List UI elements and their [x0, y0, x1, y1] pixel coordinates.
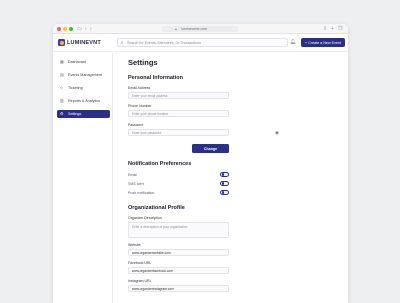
change-button[interactable]: Change — [192, 144, 229, 153]
share-icon[interactable]: ⇪ — [323, 26, 327, 32]
password-label: Password — [128, 123, 144, 127]
search-bar: ⌕ — [117, 38, 288, 47]
calendar-icon: ▤ — [60, 72, 64, 77]
page-title: Settings — [128, 58, 158, 67]
facebook-url-field[interactable] — [128, 267, 229, 274]
sidebar-item-reports-analytics[interactable]: ▥ Reports & Analytics — [57, 97, 110, 105]
sidebar-item-dashboard[interactable]: ▦ Dashboard — [57, 58, 110, 66]
instagram-url-field[interactable] — [128, 285, 229, 292]
app-logo-text: LUMINEVNT — [67, 39, 101, 46]
settings-panel: Settings Personal Information Email Addr… — [113, 53, 348, 303]
logo-icon — [58, 39, 65, 46]
minimize-window-icon[interactable] — [63, 27, 67, 31]
notification-push-label: Push notification — [128, 191, 155, 195]
gear-icon: ⚙︎ — [60, 111, 64, 116]
grid-icon: ▦ — [60, 59, 64, 64]
sidebar-toggle-icon[interactable]: ▭ — [77, 26, 82, 32]
app-header: LUMINEVNT ⌕ 🔔︎ + Create a New Event — [53, 34, 348, 52]
notification-sms-label: SMS alert — [128, 182, 144, 186]
eye-icon[interactable]: ◉ — [275, 130, 279, 136]
notification-preferences-heading: Notification Preferences — [128, 161, 192, 167]
phone-label: Phone Number — [128, 104, 152, 108]
email-toggle[interactable] — [220, 172, 229, 177]
create-event-button[interactable]: + Create a New Event — [301, 38, 345, 47]
browser-chrome: ▭ ‹ › 🔒︎ lumineventr.com ⇪ + ❐ — [53, 24, 348, 34]
sidebar-item-label: Settings — [68, 112, 82, 116]
maximize-window-icon[interactable] — [69, 27, 73, 31]
organizer-description-field[interactable] — [128, 222, 229, 238]
new-tab-icon[interactable]: + — [331, 26, 334, 32]
organizer-description-label: Organizer Description — [128, 216, 162, 220]
chart-icon: ▥ — [60, 98, 64, 103]
personal-info-heading: Personal Information — [128, 75, 184, 81]
ticket-icon: ◇ — [60, 85, 64, 90]
sidebar-item-label: Events Management — [68, 73, 102, 77]
sidebar-item-label: Ticketing — [68, 86, 83, 90]
sms-alert-toggle[interactable] — [220, 181, 229, 186]
close-window-icon[interactable] — [57, 27, 61, 31]
lock-icon: 🔒︎ — [175, 26, 177, 31]
push-notification-toggle[interactable] — [220, 190, 229, 195]
email-field[interactable] — [128, 92, 229, 99]
organizational-profile-heading: Organizational Profile — [128, 205, 185, 211]
bell-icon[interactable]: 🔔︎ — [290, 39, 296, 45]
sidebar-item-label: Reports & Analytics — [68, 99, 100, 103]
notification-email-label: Email — [128, 173, 137, 177]
search-icon: ⌕ — [121, 39, 124, 45]
sidebar: ▦ Dashboard ▤ Events Management ◇ Ticket… — [53, 53, 113, 303]
address-bar[interactable]: 🔒︎ lumineventr.com — [161, 26, 239, 32]
password-field[interactable] — [128, 129, 229, 136]
tabs-overview-icon[interactable]: ❐ — [338, 26, 342, 32]
website-label: Website — [128, 243, 141, 247]
website-field[interactable] — [128, 249, 229, 256]
sidebar-item-ticketing[interactable]: ◇ Ticketing — [57, 84, 110, 92]
url-text: lumineventr.com — [181, 26, 208, 31]
facebook-url-label: Facebook URL — [128, 261, 152, 265]
sidebar-item-label: Dashboard — [68, 60, 87, 64]
sidebar-item-events-management[interactable]: ▤ Events Management — [57, 71, 110, 79]
back-arrow-icon[interactable]: ‹ — [85, 26, 87, 32]
sidebar-item-settings[interactable]: ⚙︎ Settings — [57, 110, 110, 118]
phone-field[interactable] — [128, 110, 229, 117]
email-label: Email Address — [128, 86, 151, 90]
search-input[interactable] — [127, 39, 287, 46]
forward-arrow-icon[interactable]: › — [90, 26, 92, 32]
browser-window: ▭ ‹ › 🔒︎ lumineventr.com ⇪ + ❐ LUMINEVNT… — [53, 24, 348, 303]
instagram-url-label: Instagram URL — [128, 279, 152, 283]
